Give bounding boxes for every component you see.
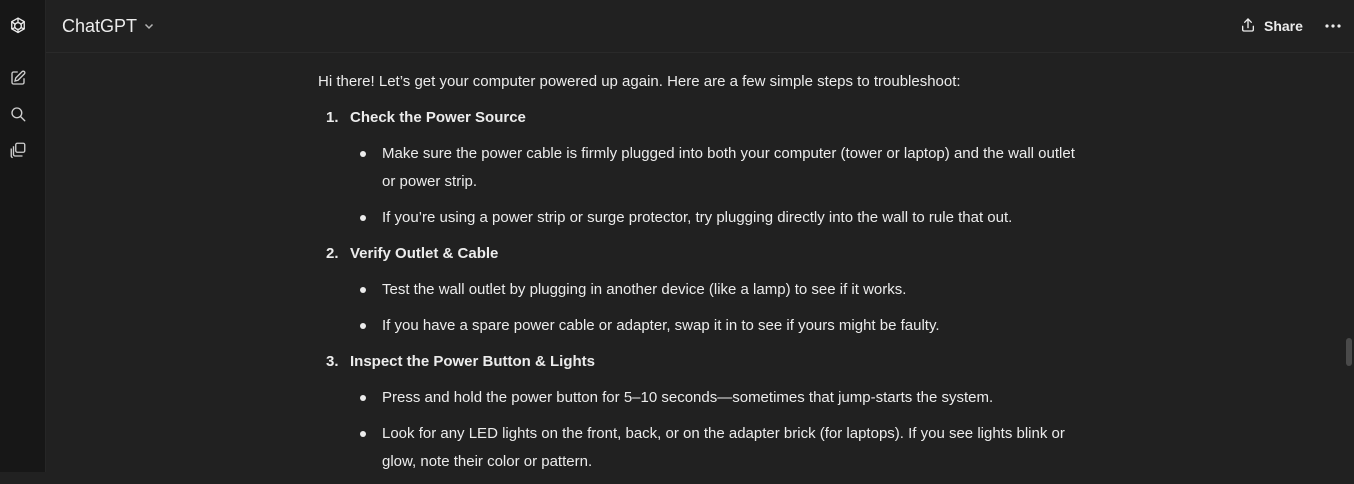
model-label: ChatGPT [62,15,138,36]
bullet-text: Look for any LED lights on the front, ba… [382,425,1065,470]
bullet-item: Look for any LED lights on the front, ba… [350,420,1078,476]
library-icon[interactable] [8,140,28,160]
bullet-text: If you’re using a power strip or surge p… [382,209,1013,226]
bullet-list: Press and hold the power button for 5–10… [350,384,1078,476]
bullet-text: Press and hold the power button for 5–10… [382,389,994,406]
step-item: 2. Verify Outlet & Cable Test the wall o… [318,240,1078,340]
step-number: 3. [326,353,339,370]
bullet-dot [360,431,366,437]
share-button[interactable]: Share [1240,15,1303,37]
step-title: Inspect the Power Button & Lights [350,353,596,370]
scrollbar-thumb[interactable] [1346,338,1352,366]
step-title: Check the Power Source [350,109,526,126]
search-icon[interactable] [8,104,28,124]
bullet-text: If you have a spare power cable or adapt… [382,317,940,334]
message-intro: Hi there! Let’s get your computer powere… [318,73,961,90]
share-label: Share [1264,18,1303,34]
bullet-item: If you have a spare power cable or adapt… [350,312,1078,340]
bullet-dot [360,395,366,401]
openai-logo-icon[interactable] [8,16,28,36]
bullet-dot [360,323,366,329]
bullet-dot [360,151,366,157]
top-header: ChatGPT Share [46,0,1354,53]
chevron-down-icon [143,16,155,37]
bullet-list: Test the wall outlet by plugging in anot… [350,276,1078,340]
model-selector-button[interactable]: ChatGPT [62,14,155,38]
bullet-list: Make sure the power cable is firmly plug… [350,140,1078,232]
step-item: 3. Inspect the Power Button & Lights Pre… [318,348,1078,476]
steps-list: 1. Check the Power Source Make sure the … [318,104,1078,476]
sidebar-rail [0,0,46,472]
new-chat-icon[interactable] [8,68,28,88]
bullet-text: Test the wall outlet by plugging in anot… [382,281,907,298]
share-icon [1240,17,1256,36]
more-options-icon[interactable] [1324,17,1342,35]
step-title: Verify Outlet & Cable [350,245,499,262]
assistant-message: Hi there! Let’s get your computer powere… [318,68,1078,484]
bullet-item: If you’re using a power strip or surge p… [350,204,1078,232]
bullet-dot [360,287,366,293]
bullet-item: Press and hold the power button for 5–10… [350,384,1078,412]
step-number: 2. [326,245,339,262]
step-number: 1. [326,109,339,126]
bullet-item: Test the wall outlet by plugging in anot… [350,276,1078,304]
step-item: 1. Check the Power Source Make sure the … [318,104,1078,232]
bullet-text: Make sure the power cable is firmly plug… [382,145,1075,190]
bullet-dot [360,215,366,221]
bullet-item: Make sure the power cable is firmly plug… [350,140,1078,196]
